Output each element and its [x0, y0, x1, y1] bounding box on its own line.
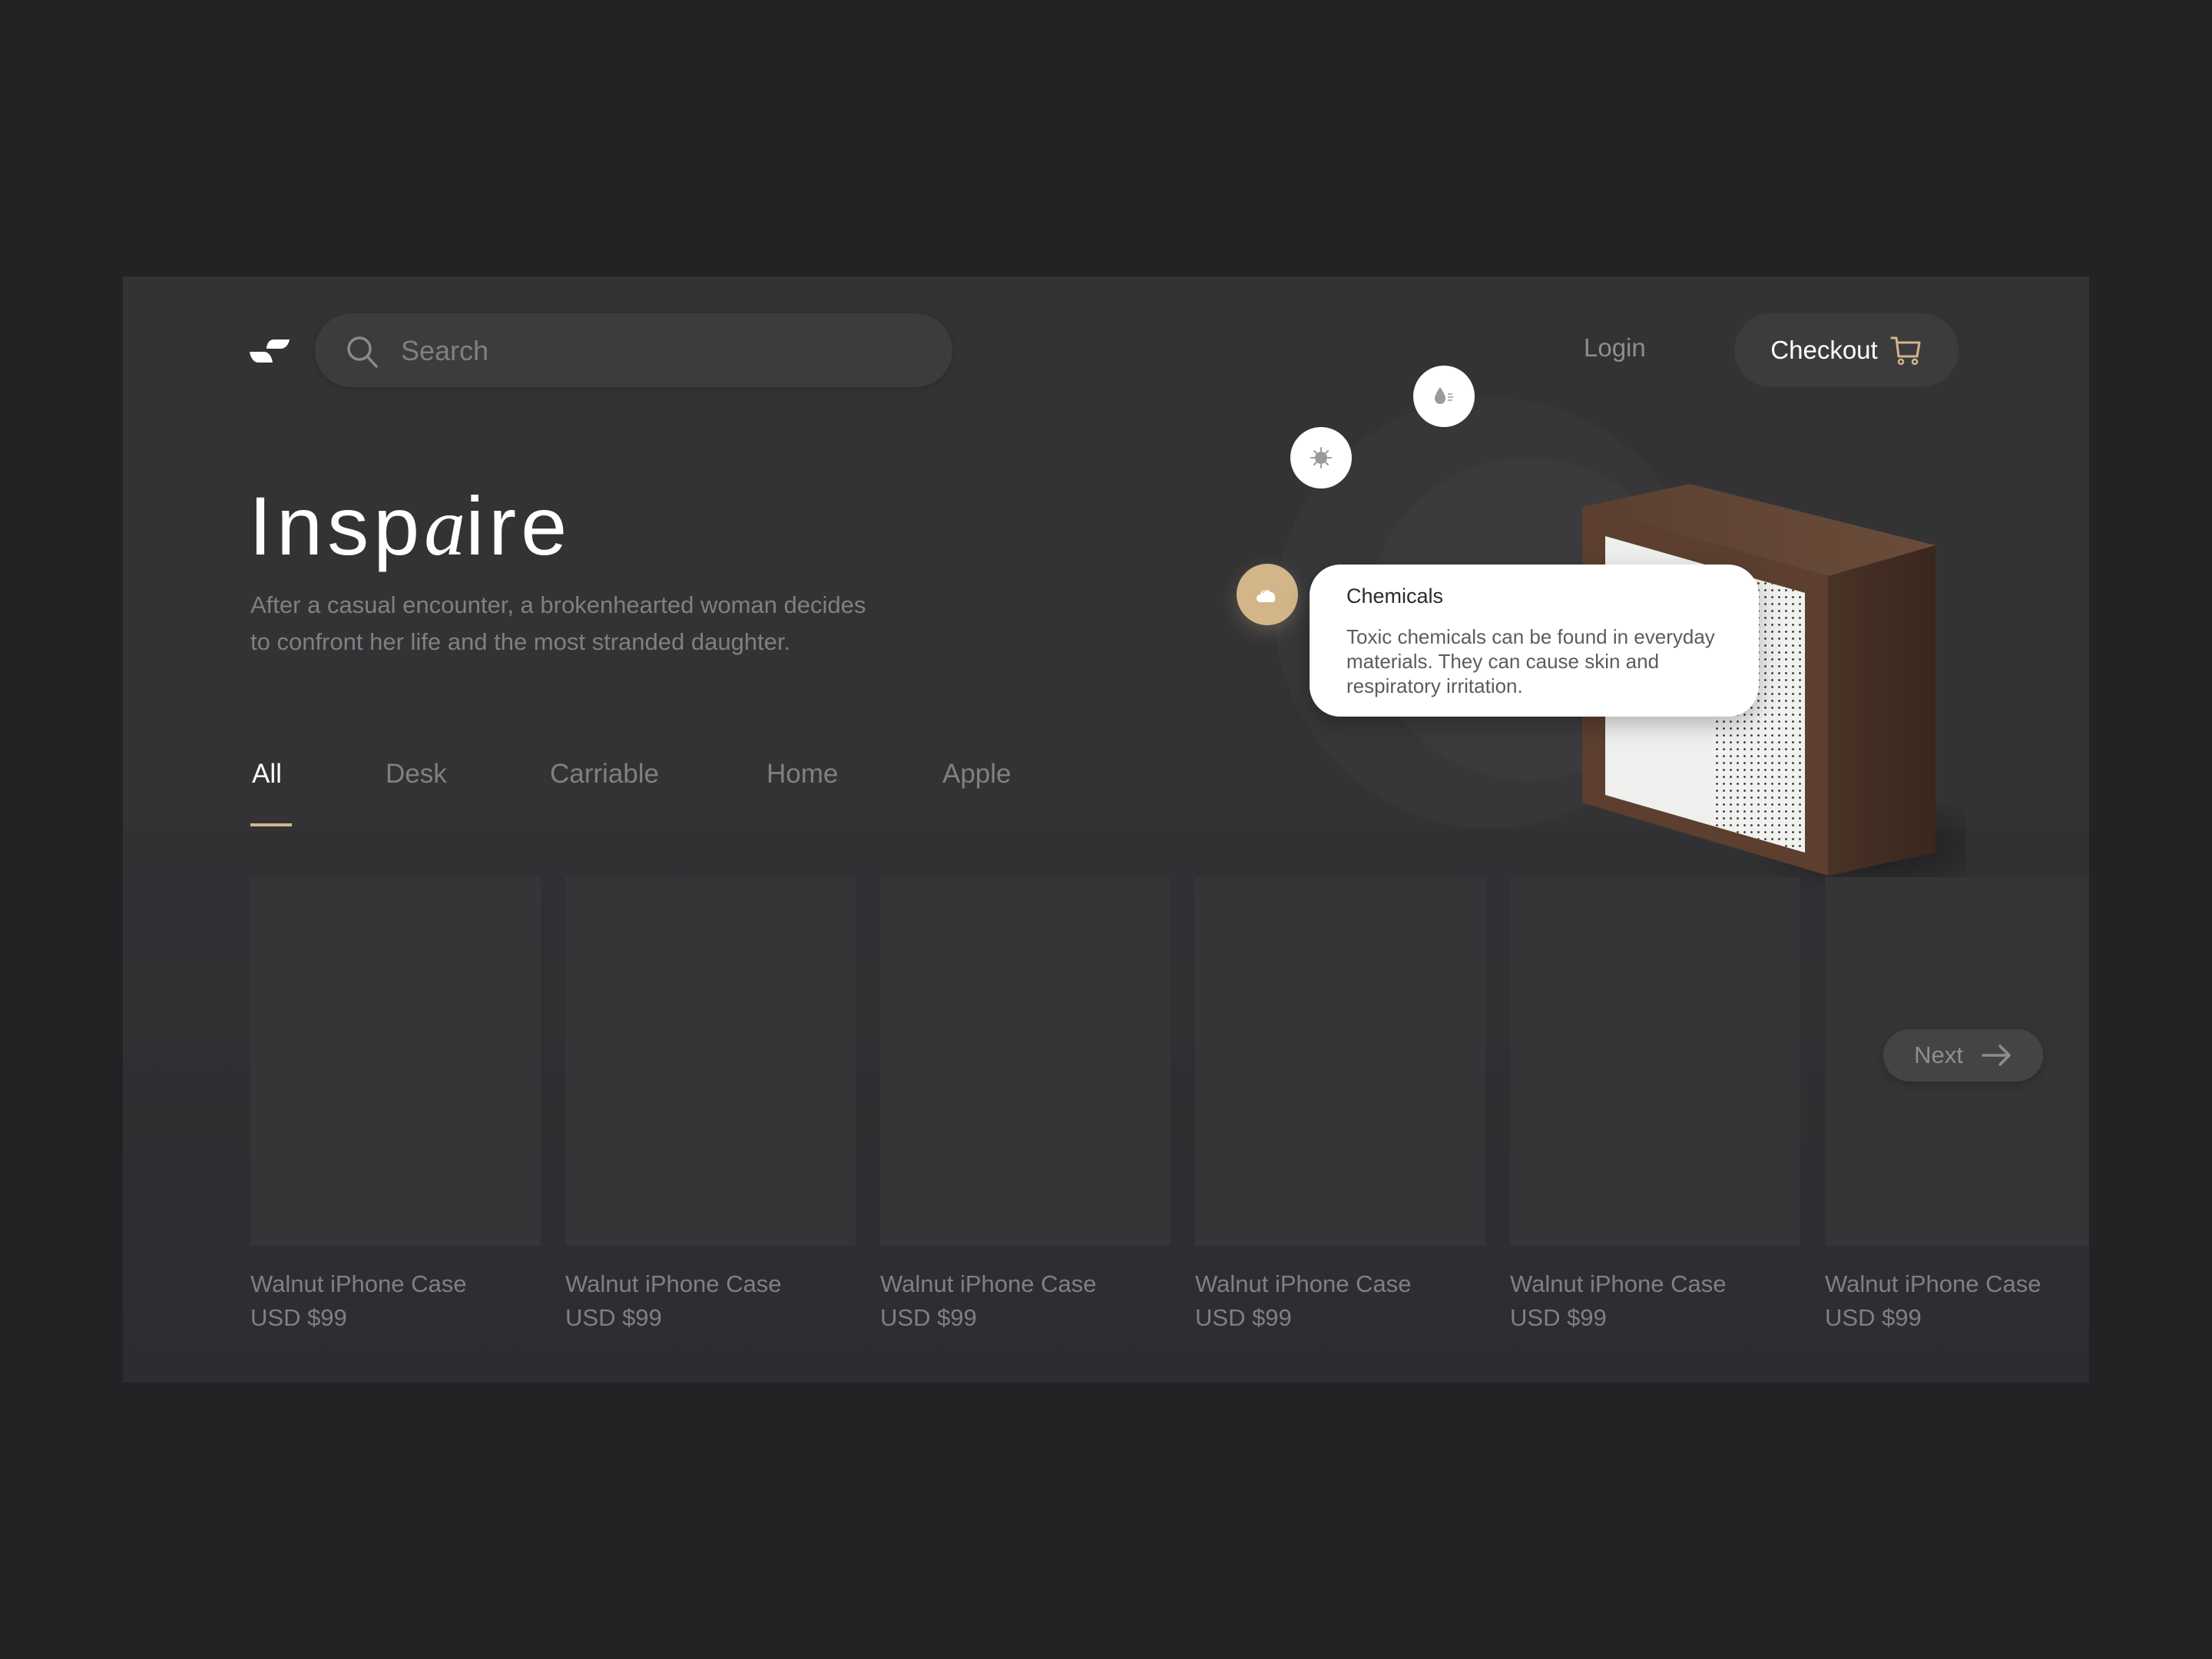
- chemicals-cloud-icon: [1257, 588, 1276, 602]
- product-name: Walnut iPhone Case: [1825, 1270, 2041, 1297]
- product-card[interactable]: Walnut iPhone Case USD $99: [1195, 877, 1485, 1332]
- product-image: [880, 877, 1171, 1246]
- product-card[interactable]: Walnut iPhone Case USD $99: [880, 877, 1171, 1332]
- product-price: USD $99: [880, 1304, 977, 1331]
- virus-icon: [1310, 447, 1332, 469]
- tab-label: Carriable: [550, 759, 659, 789]
- product-card[interactable]: Walnut iPhone Case USD $99: [565, 877, 856, 1332]
- login-link[interactable]: Login: [1584, 333, 1646, 363]
- tooltip-title: Chemicals: [1346, 584, 1444, 608]
- feature-virus-button[interactable]: [1290, 427, 1352, 488]
- arrow-right-icon: [1982, 1045, 2011, 1066]
- hero-title: Inspaire: [249, 478, 571, 575]
- hero-title-prefix: Insp: [249, 479, 425, 572]
- tab-label: All: [252, 759, 282, 789]
- active-tab-indicator: [250, 823, 292, 826]
- search-icon: [347, 336, 378, 368]
- product-price: USD $99: [1510, 1304, 1607, 1331]
- hero-description: After a casual encounter, a brokenhearte…: [250, 587, 972, 661]
- app-frame: Login Checkout Inspaire After a casual e…: [123, 276, 2089, 1382]
- product-name: Walnut iPhone Case: [565, 1270, 782, 1297]
- product-name: Walnut iPhone Case: [250, 1270, 467, 1297]
- tab-apple[interactable]: Apple: [942, 759, 1012, 790]
- tab-carriable[interactable]: Carriable: [550, 759, 659, 790]
- product-image: [1510, 877, 1800, 1246]
- search-bar[interactable]: [315, 313, 952, 389]
- brand-logo[interactable]: [250, 338, 290, 367]
- hero-description-line: to confront her life and the most strand…: [250, 628, 791, 655]
- product-price: USD $99: [565, 1304, 662, 1331]
- product-name: Walnut iPhone Case: [1195, 1270, 1412, 1297]
- product-price: USD $99: [1195, 1304, 1292, 1331]
- tab-all[interactable]: All: [252, 759, 282, 790]
- product-price: USD $99: [1825, 1304, 1922, 1331]
- feature-chemicals-button[interactable]: [1237, 564, 1298, 625]
- product-image: [1195, 877, 1485, 1246]
- product-name: Walnut iPhone Case: [880, 1270, 1097, 1297]
- hero-description-line: After a casual encounter, a brokenhearte…: [250, 591, 866, 618]
- feature-humidity-button[interactable]: [1413, 366, 1475, 427]
- product-card[interactable]: Walnut iPhone Case USD $99: [1510, 877, 1800, 1332]
- product-name: Walnut iPhone Case: [1510, 1270, 1727, 1297]
- product-price: USD $99: [250, 1304, 347, 1331]
- feature-tooltip: Chemicals Toxic chemicals can be found i…: [1310, 565, 1759, 717]
- hero-title-suffix: ire: [465, 479, 572, 572]
- product-card[interactable]: Walnut iPhone Case USD $99: [250, 877, 541, 1332]
- product-card[interactable]: Walnut iPhone Case USD $99: [1825, 877, 2089, 1332]
- cart-icon: [1890, 336, 1921, 366]
- product-image: [565, 877, 856, 1246]
- next-button[interactable]: Next: [1883, 1029, 2043, 1081]
- search-input[interactable]: [399, 313, 925, 389]
- tooltip-body: Toxic chemicals can be found in everyday…: [1346, 625, 1715, 697]
- humidity-icon: [1435, 387, 1453, 404]
- tab-label: Desk: [386, 759, 447, 789]
- checkout-label: Checkout: [1770, 336, 1878, 364]
- tab-label: Home: [767, 759, 839, 789]
- tab-desk[interactable]: Desk: [386, 759, 447, 790]
- tab-label: Apple: [942, 759, 1012, 789]
- product-image: [250, 877, 541, 1246]
- hero-title-italic: a: [424, 482, 466, 573]
- checkout-button[interactable]: Checkout: [1734, 313, 1959, 387]
- next-label: Next: [1914, 1041, 1963, 1068]
- tab-home[interactable]: Home: [767, 759, 838, 790]
